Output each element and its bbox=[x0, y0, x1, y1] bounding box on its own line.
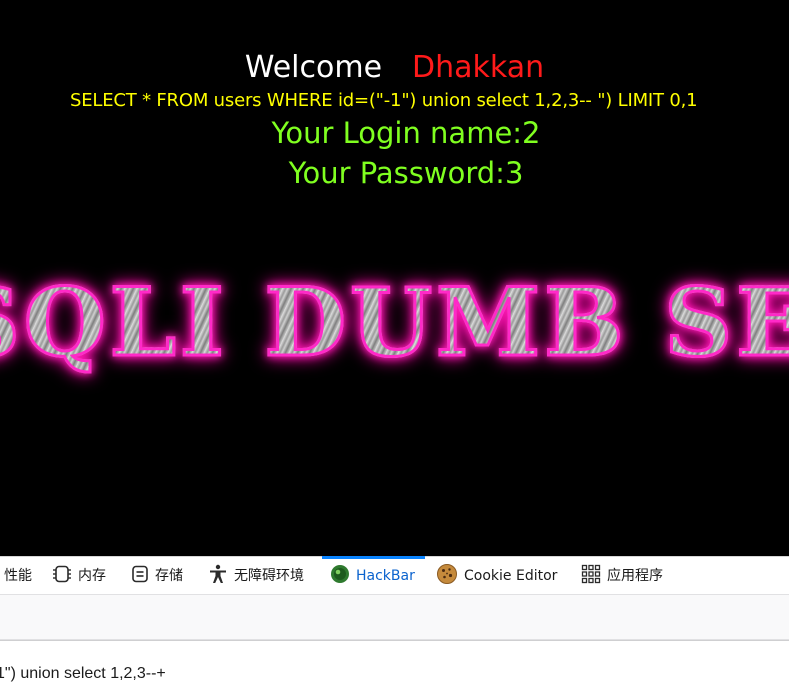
devtools-tab-bar: 性能 内存 存储 无障碍环境 HackBar Cookie Editor 应用程… bbox=[0, 556, 789, 594]
tab-application[interactable]: 应用程序 bbox=[581, 557, 663, 594]
sqli-dumb-series-banner: SQLI DUMB SERIES bbox=[0, 267, 789, 380]
tab-accessibility[interactable]: 无障碍环境 bbox=[208, 557, 304, 594]
tab-label: 存储 bbox=[155, 567, 183, 584]
tab-label: 无障碍环境 bbox=[234, 567, 304, 584]
tab-label: HackBar bbox=[356, 567, 415, 584]
tab-hackbar[interactable]: HackBar bbox=[322, 556, 425, 594]
password-result: Your Password:3 bbox=[288, 156, 524, 190]
tab-cookie-editor[interactable]: Cookie Editor bbox=[436, 557, 557, 594]
cookie-icon bbox=[436, 563, 458, 589]
page: Welcome Dhakkan SELECT * FROM users WHERE… bbox=[0, 0, 789, 689]
memory-chip-icon bbox=[52, 565, 72, 587]
hackbar-url-area bbox=[0, 640, 789, 689]
tab-label: 内存 bbox=[78, 567, 106, 584]
login-name-result: Your Login name:2 bbox=[271, 116, 541, 150]
tab-label: 性能 bbox=[4, 567, 32, 584]
storage-icon bbox=[131, 565, 149, 587]
grid-apps-icon bbox=[581, 564, 601, 588]
tab-performance[interactable]: 性能 bbox=[4, 557, 32, 594]
hackbar-url-input[interactable] bbox=[0, 664, 776, 684]
content-area: Welcome Dhakkan SELECT * FROM users WHERE… bbox=[0, 0, 789, 556]
tab-label: Cookie Editor bbox=[464, 567, 558, 584]
tab-storage[interactable]: 存储 bbox=[131, 557, 183, 594]
tab-label: 应用程序 bbox=[607, 567, 663, 584]
hackbar-icon bbox=[330, 564, 350, 588]
tab-memory[interactable]: 内存 bbox=[52, 557, 106, 594]
sql-query-text: SELECT * FROM users WHERE id=("-1") unio… bbox=[70, 90, 698, 111]
welcome-word: Welcome bbox=[244, 50, 383, 85]
welcome-line: Welcome Dhakkan bbox=[0, 50, 789, 86]
accessibility-icon bbox=[208, 564, 228, 588]
welcome-name: Dhakkan bbox=[412, 50, 545, 85]
hackbar-toolbar bbox=[0, 594, 789, 640]
